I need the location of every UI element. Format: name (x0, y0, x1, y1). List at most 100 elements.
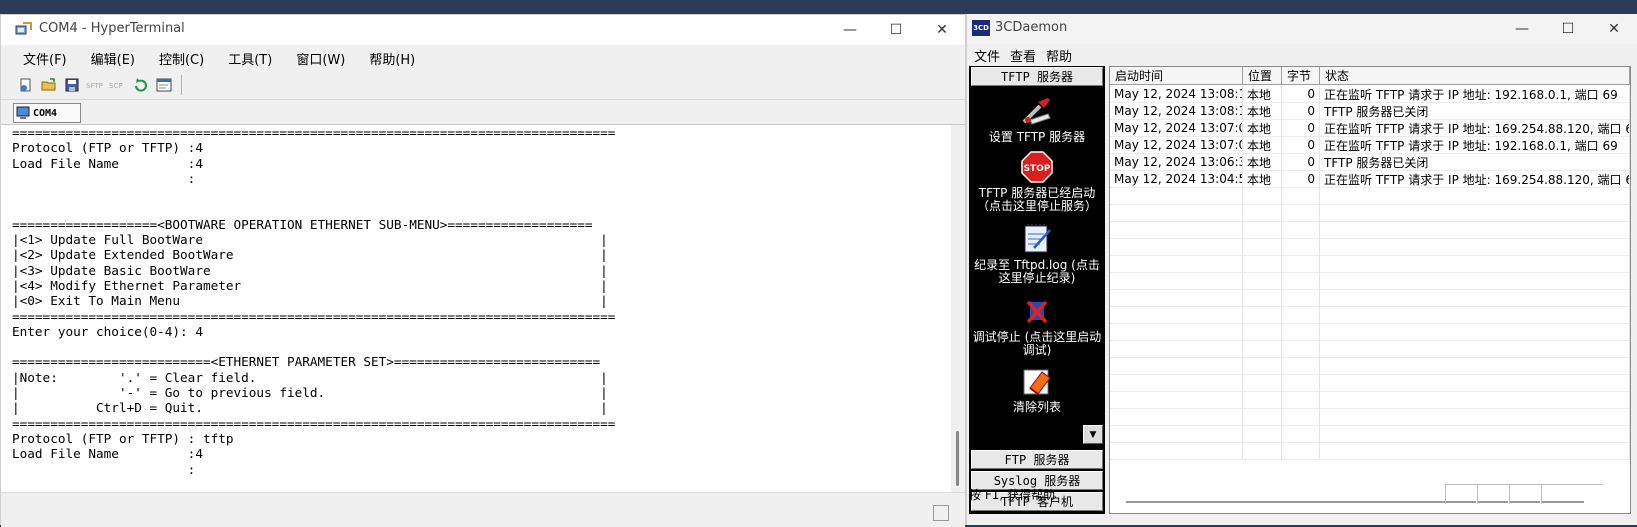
table-row[interactable]: May 12, 2024 13:08:15 本地 0 正在监听 TFTP 请求于 IP… (1110, 86, 1630, 103)
new-connection-icon[interactable] (15, 74, 37, 96)
status-panel (1477, 484, 1509, 504)
cell-status: 正在监听 TFTP 请求于 IP 地址: 192.168.0.1, 端口 69 (1320, 137, 1630, 154)
hyperterminal-window: COM4 - HyperTerminal — ☐ ✕ 文件(F) 编辑(E) 控… (0, 14, 966, 527)
table-row[interactable]: May 12, 2024 13:07:07 本地 0 正在监听 TFTP 请求于 IP… (1110, 120, 1630, 137)
svg-text:SFTP: SFTP (86, 82, 103, 90)
cell-location (1243, 443, 1282, 460)
cell-bytes: 0 (1282, 103, 1320, 120)
column-location[interactable]: 位置 (1243, 67, 1282, 85)
column-status[interactable]: 状态 (1320, 67, 1630, 85)
close-button[interactable]: ✕ (1591, 14, 1637, 44)
reconnect-icon[interactable] (130, 74, 152, 96)
event-list[interactable]: 启动时间 位置 字节 状态 May 12, 2024 13:08:15 本地 0 正在… (1109, 66, 1631, 514)
ftp-server-header-button[interactable]: FTP 服务器 (971, 450, 1103, 469)
svg-text:SCP: SCP (109, 82, 123, 90)
menu-control[interactable]: 控制(C) (147, 49, 216, 68)
service-side-panel: TFTP 服务器 设置 TFTP 服务器 STOP TFTP 服务器已经启动（点… (969, 66, 1105, 514)
status-text: 按 F1, 获得帮助 (969, 487, 1055, 502)
empty-table-row (1110, 222, 1630, 239)
status-panel (1509, 484, 1541, 504)
menu-window[interactable]: 窗口(W) (284, 49, 357, 68)
window-title: COM4 - HyperTerminal (39, 21, 185, 36)
terminal-vertical-scrollbar[interactable] (951, 125, 965, 492)
cell-bytes (1282, 341, 1320, 358)
toolbar-separator (181, 75, 182, 95)
empty-table-row (1110, 188, 1630, 205)
cell-bytes (1282, 392, 1320, 409)
menu-file[interactable]: 文件 (969, 46, 1005, 65)
menu-file[interactable]: 文件(F) (11, 49, 79, 68)
table-row[interactable]: May 12, 2024 13:04:53 本地 0 正在监听 TFTP 请求于 IP… (1110, 171, 1630, 188)
cell-status (1320, 239, 1630, 256)
cell-location: 本地 (1243, 154, 1282, 171)
chevron-down-icon[interactable]: ▼ (1083, 425, 1103, 444)
maximize-button[interactable]: ☐ (873, 15, 919, 45)
hyperterminal-titlebar[interactable]: COM4 - HyperTerminal — ☐ ✕ (1, 15, 965, 45)
3cdaemon-titlebar[interactable]: 3CD 3CDaemon — ☐ ✕ (967, 14, 1637, 44)
empty-table-row (1110, 375, 1630, 392)
cell-status (1320, 443, 1630, 460)
clear-list-item[interactable]: 清除列表 (969, 364, 1105, 414)
resize-grip[interactable] (933, 505, 949, 521)
close-button[interactable]: ✕ (919, 15, 965, 45)
cell-location (1243, 426, 1282, 443)
cell-location: 本地 (1243, 120, 1282, 137)
menu-edit[interactable]: 编辑(E) (79, 49, 147, 68)
empty-table-row (1110, 307, 1630, 324)
cell-status (1320, 273, 1630, 290)
tftp-server-header-button[interactable]: TFTP 服务器 (971, 67, 1103, 86)
log-to-file-label: 纪录至 Tftpd.log (点击这里停止纪录) (974, 258, 1100, 285)
cell-start-time (1110, 205, 1243, 222)
cell-start-time (1110, 375, 1243, 392)
minimize-button[interactable]: — (827, 15, 873, 45)
empty-table-row (1110, 239, 1630, 256)
table-row[interactable]: May 12, 2024 13:06:31 本地 0 TFTP 服务器已关闭 (1110, 154, 1630, 171)
setup-tftp-server-item[interactable]: 设置 TFTP 服务器 (969, 94, 1105, 144)
terminal-output[interactable]: ========================================… (1, 125, 951, 492)
menu-bar: 文件(F) 编辑(E) 控制(C) 工具(T) 窗口(W) 帮助(H) (1, 45, 965, 71)
cell-start-time (1110, 409, 1243, 426)
cell-location (1243, 188, 1282, 205)
cell-start-time (1110, 256, 1243, 273)
menu-help[interactable]: 帮助 (1041, 46, 1077, 65)
table-row[interactable]: May 12, 2024 13:08:13 本地 0 TFTP 服务器已关闭 (1110, 103, 1630, 120)
cell-location (1243, 409, 1282, 426)
empty-table-row (1110, 409, 1630, 426)
cell-bytes (1282, 239, 1320, 256)
cell-location (1243, 375, 1282, 392)
properties-icon[interactable] (153, 74, 175, 96)
toolbar: SFTP SCP (1, 71, 965, 100)
svg-text:STOP: STOP (1024, 164, 1051, 174)
clear-list-label: 清除列表 (1012, 400, 1061, 414)
status-panel (1445, 484, 1477, 504)
cell-start-time: May 12, 2024 13:08:15 (1110, 86, 1243, 103)
open-icon[interactable] (38, 74, 60, 96)
menu-view[interactable]: 查看 (1005, 46, 1041, 65)
save-icon[interactable] (61, 74, 83, 96)
menu-tools[interactable]: 工具(T) (216, 49, 284, 68)
tftp-server-running-item[interactable]: STOP TFTP 服务器已经启动（点击这里停止服务） (969, 150, 1105, 213)
terminal-text: ========================================… (12, 125, 616, 477)
cell-status (1320, 222, 1630, 239)
debug-toggle-item[interactable]: 调试停止 (点击这里启动调试) (969, 294, 1105, 357)
list-header: 启动时间 位置 字节 状态 (1110, 67, 1630, 85)
tab-com4[interactable]: COM4 (13, 103, 81, 123)
menu-help[interactable]: 帮助(H) (357, 49, 427, 68)
empty-table-row (1110, 426, 1630, 443)
scp-icon[interactable]: SCP (107, 74, 129, 96)
cell-start-time (1110, 307, 1243, 324)
column-bytes[interactable]: 字节 (1282, 67, 1320, 85)
scrollbar-thumb[interactable] (956, 431, 959, 486)
cell-bytes: 0 (1282, 86, 1320, 103)
cell-status (1320, 324, 1630, 341)
log-to-file-item[interactable]: 纪录至 Tftpd.log (点击这里停止纪录) (969, 222, 1105, 285)
table-row[interactable]: May 12, 2024 13:07:07 本地 0 正在监听 TFTP 请求于 IP… (1110, 137, 1630, 154)
minimize-button[interactable]: — (1499, 14, 1545, 44)
cell-start-time (1110, 392, 1243, 409)
menu-bar: 文件 查看 帮助 (967, 44, 1637, 66)
cell-location (1243, 341, 1282, 358)
cell-location: 本地 (1243, 103, 1282, 120)
maximize-button[interactable]: ☐ (1545, 14, 1591, 44)
column-start-time[interactable]: 启动时间 (1110, 67, 1243, 85)
sftp-icon[interactable]: SFTP (84, 74, 106, 96)
